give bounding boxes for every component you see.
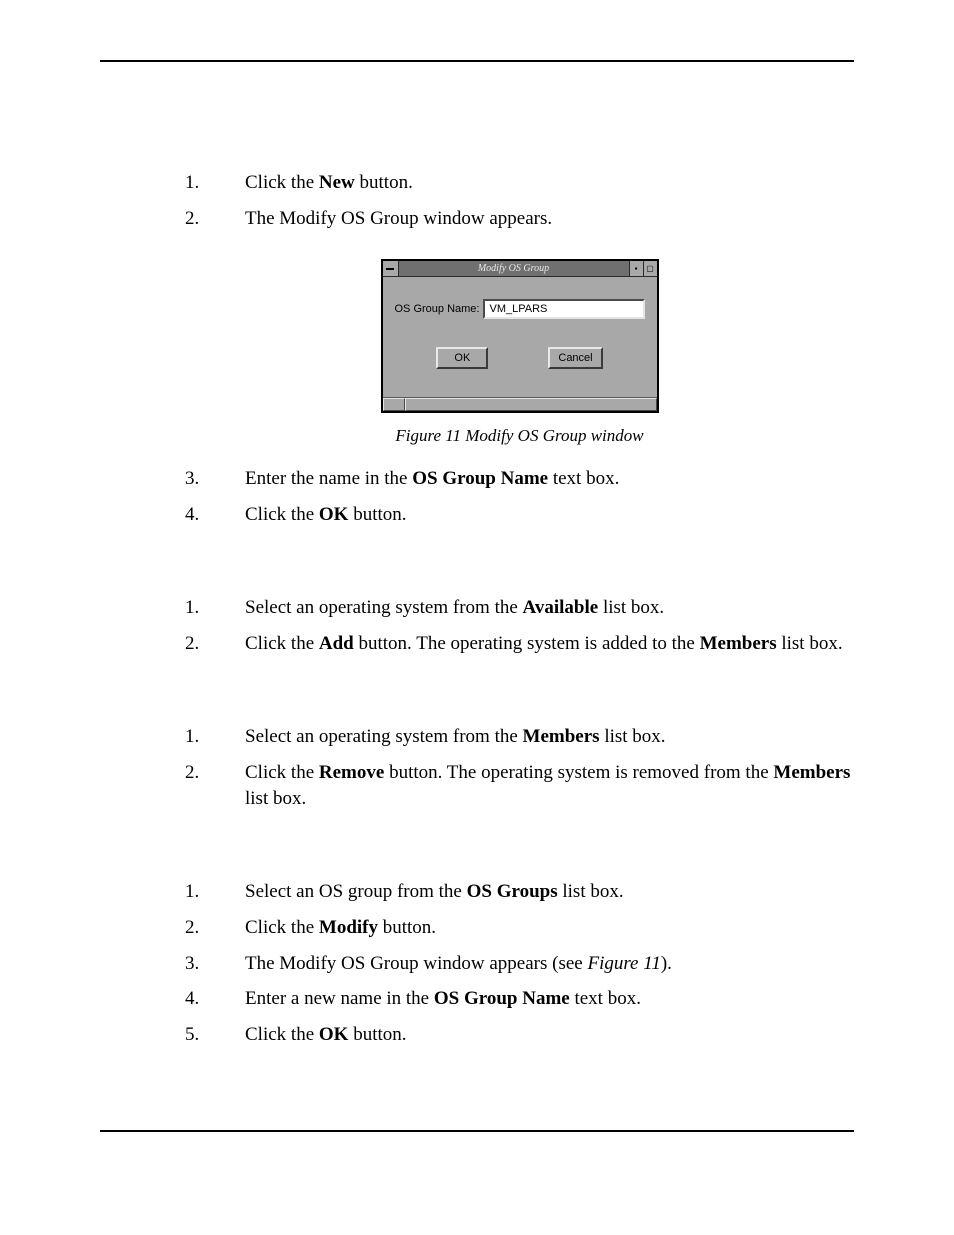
list-item: 2.The Modify OS Group window appears. — [185, 206, 854, 232]
item-number: 1. — [185, 879, 245, 905]
item-text: Select an OS group from the OS Groups li… — [245, 879, 854, 905]
item-number: 1. — [185, 595, 245, 621]
figure-caption: Figure 11 Modify OS Group window — [185, 425, 854, 448]
ok-button[interactable]: OK — [436, 347, 488, 369]
status-bar — [383, 397, 657, 411]
item-text: Click the Remove button. The operating s… — [245, 760, 854, 811]
list-item: 3.Enter the name in the OS Group Name te… — [185, 466, 854, 492]
list-item: 4.Click the OK button. — [185, 502, 854, 528]
item-number: 3. — [185, 466, 245, 492]
list-item: 1.Select an operating system from the Me… — [185, 724, 854, 750]
item-number: 4. — [185, 986, 245, 1012]
cancel-button[interactable]: Cancel — [548, 347, 602, 369]
list-item: 1.Select an operating system from the Av… — [185, 595, 854, 621]
item-text: Enter a new name in the OS Group Name te… — [245, 986, 854, 1012]
item-number: 2. — [185, 631, 245, 657]
item-text: Enter the name in the OS Group Name text… — [245, 466, 854, 492]
figure-11: Modify OS Group ▪ ▢ OS Group Name: VM_LP… — [185, 259, 854, 448]
list-item: 3.The Modify OS Group window appears (se… — [185, 951, 854, 977]
item-number: 1. — [185, 724, 245, 750]
item-number: 2. — [185, 915, 245, 941]
maximize-icon[interactable]: ▢ — [643, 261, 657, 276]
minimize-icon[interactable]: ▪ — [629, 261, 643, 276]
list-item: 5.Click the OK button. — [185, 1022, 854, 1048]
item-text: Click the OK button. — [245, 502, 854, 528]
list-item: 1.Select an OS group from the OS Groups … — [185, 879, 854, 905]
item-number: 3. — [185, 951, 245, 977]
item-text: Click the OK button. — [245, 1022, 854, 1048]
item-text: Click the Modify button. — [245, 915, 854, 941]
os-group-name-label: OS Group Name: — [395, 302, 480, 317]
steps-create-2: 3.Enter the name in the OS Group Name te… — [185, 466, 854, 527]
list-item: 2.Click the Add button. The operating sy… — [185, 631, 854, 657]
item-text: Select an operating system from the Memb… — [245, 724, 854, 750]
item-number: 2. — [185, 760, 245, 811]
list-item: 1.Click the New button. — [185, 170, 854, 196]
header-rule — [100, 60, 854, 62]
os-group-name-value: VM_LPARS — [489, 302, 547, 317]
item-number: 4. — [185, 502, 245, 528]
item-text: The Modify OS Group window appears (see … — [245, 951, 854, 977]
steps-modify-group: 1.Select an OS group from the OS Groups … — [185, 879, 854, 1047]
item-text: Click the New button. — [245, 170, 854, 196]
steps-create-1: 1.Click the New button.2.The Modify OS G… — [185, 170, 854, 231]
modify-os-group-window: Modify OS Group ▪ ▢ OS Group Name: VM_LP… — [381, 259, 659, 413]
item-number: 2. — [185, 206, 245, 232]
item-number: 1. — [185, 170, 245, 196]
item-number: 5. — [185, 1022, 245, 1048]
footer-rule — [100, 1130, 854, 1132]
system-menu-icon[interactable] — [383, 261, 399, 276]
page-content: 1.Click the New button.2.The Modify OS G… — [185, 170, 854, 1076]
list-item: 4.Enter a new name in the OS Group Name … — [185, 986, 854, 1012]
os-group-name-input[interactable]: VM_LPARS — [483, 299, 644, 319]
list-item: 2.Click the Remove button. The operating… — [185, 760, 854, 811]
item-text: Select an operating system from the Avai… — [245, 595, 854, 621]
item-text: The Modify OS Group window appears. — [245, 206, 854, 232]
steps-remove-member: 1.Select an operating system from the Me… — [185, 724, 854, 811]
list-item: 2.Click the Modify button. — [185, 915, 854, 941]
window-title: Modify OS Group — [399, 261, 629, 276]
steps-add-member: 1.Select an operating system from the Av… — [185, 595, 854, 656]
titlebar: Modify OS Group ▪ ▢ — [383, 261, 657, 277]
item-text: Click the Add button. The operating syst… — [245, 631, 854, 657]
